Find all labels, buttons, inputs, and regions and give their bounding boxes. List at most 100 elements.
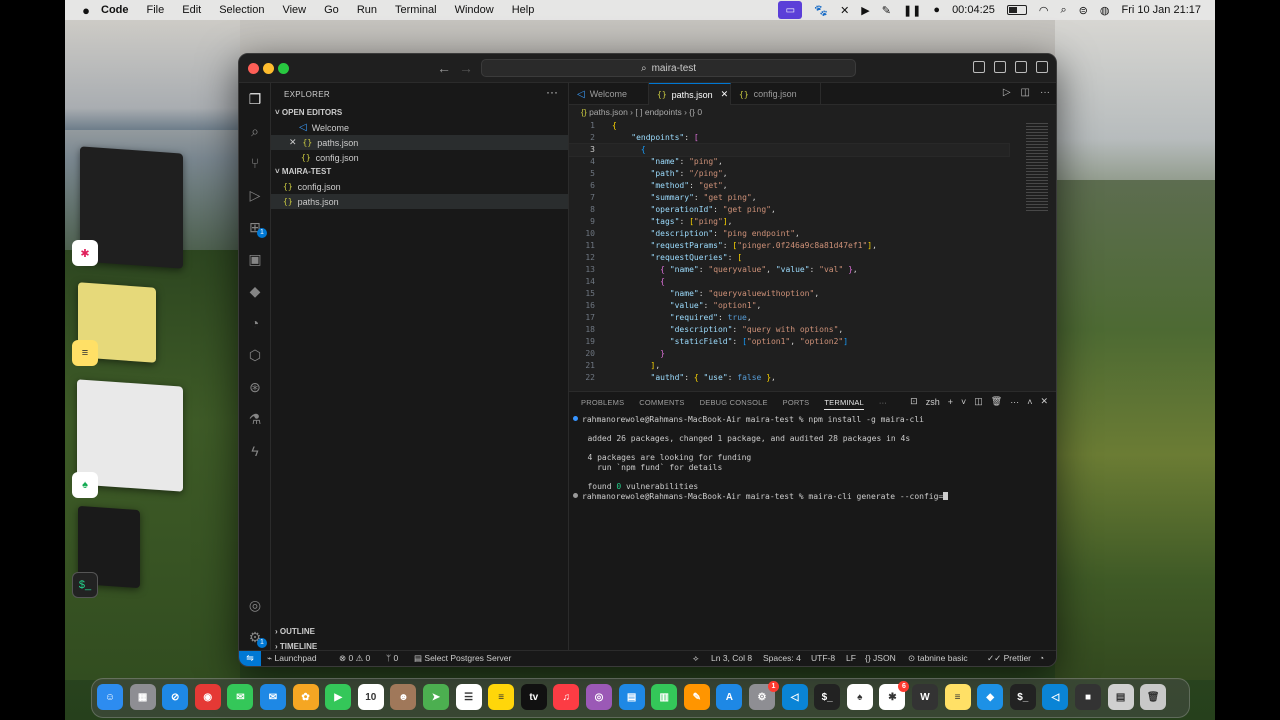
code-line[interactable]: 22 "authd": { "use": false },: [569, 372, 1009, 384]
code-line[interactable]: 4 "name": "ping",: [569, 156, 1009, 168]
dock-terminal-icon[interactable]: $_: [814, 684, 841, 710]
dock-facetime-icon[interactable]: ▶: [325, 684, 352, 710]
menu-terminal[interactable]: Terminal: [395, 4, 437, 16]
dock-stickies-icon[interactable]: ≡: [944, 684, 971, 710]
dock-slack-icon[interactable]: ✱ 6: [879, 681, 910, 710]
code-line[interactable]: 1{: [569, 120, 1009, 132]
dock-calendar-icon[interactable]: 10: [357, 684, 384, 710]
postgres-status[interactable]: ▤ Select Postgres Server: [414, 653, 511, 664]
code-line[interactable]: 21 ],: [569, 360, 1009, 372]
close-window-button[interactable]: [248, 63, 259, 74]
code-line[interactable]: 19 "staticField": ["option1", "option2"]: [569, 336, 1009, 348]
run-icon[interactable]: ▷: [1003, 87, 1011, 98]
notifications-icon[interactable]: ◔: [1039, 653, 1044, 663]
breadcrumb-segment[interactable]: 0: [697, 107, 702, 117]
menu-help[interactable]: Help: [512, 4, 535, 16]
menu-go[interactable]: Go: [324, 4, 339, 16]
app-menu[interactable]: Code: [101, 4, 129, 16]
terminal-shell-label[interactable]: zsh: [926, 397, 940, 407]
code-line[interactable]: 15 "name": "queryvaluewithoption",: [569, 288, 1009, 300]
menu-view[interactable]: View: [282, 4, 306, 16]
menu-selection[interactable]: Selection: [219, 4, 264, 16]
tabnine-status[interactable]: ⊙ tabnine basic: [908, 653, 968, 664]
dock-launchpad-icon[interactable]: ▦: [129, 684, 156, 710]
dock-mail-icon[interactable]: ✉: [260, 684, 286, 710]
command-status-dot-icon[interactable]: [573, 492, 578, 498]
code-line[interactable]: 14 {: [569, 276, 1009, 288]
prettier-status[interactable]: ✓✓ Prettier: [987, 653, 1031, 664]
apple-menu-icon[interactable]: ●: [71, 3, 101, 18]
search-icon[interactable]: ⌕: [247, 123, 263, 139]
maximize-panel-icon[interactable]: ˄: [1027, 397, 1032, 407]
source-control-icon[interactable]: ⑂: [247, 155, 263, 171]
menu-window[interactable]: Window: [455, 4, 494, 16]
chevron-down-icon[interactable]: ˅: [961, 397, 966, 407]
gitlens-icon[interactable]: ◔: [247, 315, 263, 331]
indentation-status[interactable]: Spaces: 4: [763, 653, 801, 663]
launchpad-status[interactable]: ⌁ Launchpad: [267, 653, 317, 664]
code-line[interactable]: 10 "description": "ping endpoint",: [569, 228, 1009, 240]
panel-more-button[interactable]: ···: [879, 398, 887, 410]
breadcrumb-segment[interactable]: endpoints: [645, 107, 682, 117]
code-line[interactable]: 12 "requestQueries": [: [569, 252, 1009, 264]
file-item[interactable]: {} config.json: [271, 179, 568, 194]
pen-icon[interactable]: ✎: [882, 4, 891, 17]
thunder-client-icon[interactable]: ϟ: [247, 443, 263, 459]
dock-pages-icon[interactable]: ✎: [683, 684, 710, 710]
code-line[interactable]: 17 "required": true,: [569, 312, 1009, 324]
dock-docker-icon[interactable]: ◆: [977, 684, 1004, 710]
dock-screen-recorder-icon[interactable]: ■: [1075, 684, 1101, 710]
focus-icon[interactable]: ✕: [840, 4, 849, 17]
dock-keynote-icon[interactable]: ▤: [618, 684, 645, 710]
open-editor-item[interactable]: ✕ {} paths.json: [271, 135, 568, 150]
menu-file[interactable]: File: [147, 4, 165, 16]
tab-welcome[interactable]: ◁ Welcome: [569, 83, 649, 105]
menubar-clock[interactable]: Fri 10 Jan 21:17: [1122, 4, 1202, 16]
minimize-window-button[interactable]: [263, 63, 274, 74]
back-arrow-icon[interactable]: ←: [437, 60, 451, 76]
language-mode[interactable]: {} JSON: [865, 653, 896, 663]
code-line[interactable]: 9 "tags": ["ping"],: [569, 216, 1009, 228]
dock-music-icon[interactable]: ♫: [553, 684, 580, 710]
sidebar-more-button[interactable]: ···: [546, 85, 558, 99]
command-center[interactable]: ⌕ maira-test: [481, 59, 856, 77]
dock-vscode-2-icon[interactable]: ◁: [1042, 684, 1069, 710]
terminal-output[interactable]: rahmanorewole@Rahmans-MacBook-Air maira-…: [573, 415, 1046, 501]
code-line[interactable]: 2 "endpoints": [: [569, 132, 1009, 144]
play-icon[interactable]: ▶: [861, 4, 869, 17]
outline-header[interactable]: › OUTLINE: [275, 627, 315, 636]
code-line[interactable]: 16 "value": "option1",: [569, 300, 1009, 312]
dock-app-store-icon[interactable]: A: [716, 684, 743, 710]
dock-chrome-icon[interactable]: ◉: [194, 684, 221, 710]
code-editor[interactable]: 1{2 "endpoints": [3 {4 "name": "ping", 5 …: [569, 120, 1056, 390]
split-terminal-icon[interactable]: ◫: [974, 396, 983, 407]
database-icon[interactable]: ⊛: [247, 379, 263, 395]
docker-icon[interactable]: ◆: [247, 283, 263, 299]
remote-explorer-icon[interactable]: ▣: [247, 251, 263, 267]
customize-layout-icon[interactable]: [1036, 61, 1048, 73]
close-icon[interactable]: ✕: [721, 89, 729, 100]
menu-run[interactable]: Run: [357, 4, 377, 16]
run-debug-icon[interactable]: ▷: [247, 187, 263, 203]
dock-messages-icon[interactable]: ✉: [227, 684, 254, 710]
dock-tv-icon[interactable]: tv: [520, 684, 547, 710]
code-line[interactable]: 8 "operationId": "get ping",: [569, 204, 1009, 216]
tab-debug-console[interactable]: DEBUG CONSOLE: [700, 398, 768, 410]
wifi-icon[interactable]: ◠: [1039, 4, 1049, 17]
code-line[interactable]: 18 "description": "query with options",: [569, 324, 1009, 336]
open-editor-item[interactable]: ◁ Welcome: [271, 120, 568, 135]
cursor-position[interactable]: Ln 3, Col 8: [711, 653, 752, 663]
explorer-icon[interactable]: ❐: [247, 91, 263, 107]
dock-webstorm-icon[interactable]: W: [912, 684, 938, 710]
zoom-window-button[interactable]: [278, 63, 289, 74]
open-editors-header[interactable]: ˅ OPEN EDITORS: [275, 108, 342, 117]
kubernetes-icon[interactable]: ⬡: [247, 347, 263, 363]
command-status-dot-icon[interactable]: [573, 416, 578, 421]
new-terminal-icon[interactable]: +: [948, 397, 953, 407]
forward-arrow-icon[interactable]: →: [459, 60, 473, 76]
control-center-icon[interactable]: ⊜: [1079, 4, 1088, 17]
dock-podcasts-icon[interactable]: ◎: [586, 684, 612, 710]
screen-record-icon[interactable]: ▭: [778, 1, 803, 19]
siri-icon[interactable]: ◍: [1100, 4, 1110, 17]
open-editor-item[interactable]: {} config.json: [271, 150, 568, 165]
